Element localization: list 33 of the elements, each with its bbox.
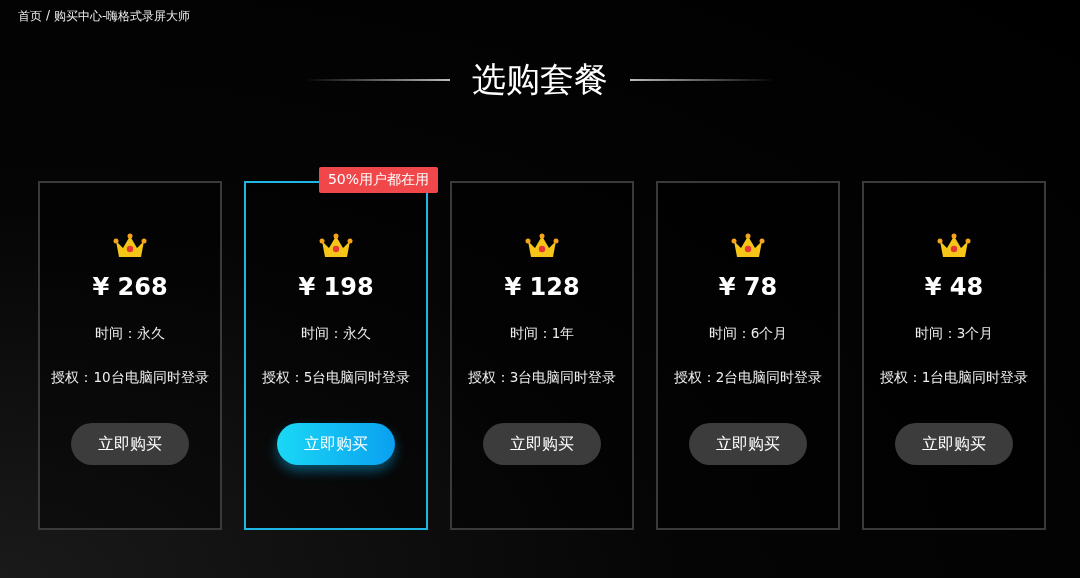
plan-card[interactable]: ¥ 128 时间：1年 授权：3台电脑同时登录 立即购买 bbox=[450, 181, 634, 530]
crown-icon bbox=[937, 233, 971, 259]
plan-card[interactable]: ¥ 268 时间：永久 授权：10台电脑同时登录 立即购买 bbox=[38, 181, 222, 530]
breadcrumb-link[interactable]: 购买中心-嗨格式录屏大师 bbox=[54, 8, 191, 25]
plan-license: 授权：2台电脑同时登录 bbox=[673, 369, 823, 387]
crown-icon bbox=[319, 233, 353, 259]
plan-license: 授权：3台电脑同时登录 bbox=[467, 369, 617, 387]
crown-icon bbox=[731, 233, 765, 259]
breadcrumb-link[interactable]: 首页 bbox=[18, 8, 42, 25]
plan-duration: 时间：3个月 bbox=[914, 325, 994, 343]
plan-duration: 时间：1年 bbox=[509, 325, 575, 343]
crown-icon bbox=[113, 233, 147, 259]
crown-icon bbox=[525, 233, 559, 259]
plan-card[interactable]: ¥ 78 时间：6个月 授权：2台电脑同时登录 立即购买 bbox=[656, 181, 840, 530]
breadcrumb-separator: / bbox=[46, 8, 51, 24]
plan-license: 授权：1台电脑同时登录 bbox=[879, 369, 1029, 387]
plan-license: 授权：10台电脑同时登录 bbox=[51, 369, 209, 387]
plan-duration: 时间：6个月 bbox=[708, 325, 788, 343]
plan-duration: 时间：永久 bbox=[301, 325, 371, 343]
buy-button[interactable]: 立即购买 bbox=[895, 423, 1013, 465]
plan-price: ¥ 198 bbox=[298, 273, 374, 301]
plan-price: ¥ 268 bbox=[92, 273, 168, 301]
plan-duration: 时间：永久 bbox=[95, 325, 165, 343]
plan-price: ¥ 48 bbox=[924, 273, 984, 301]
buy-button[interactable]: 立即购买 bbox=[71, 423, 189, 465]
buy-button[interactable]: 立即购买 bbox=[689, 423, 807, 465]
plan-license: 授权：5台电脑同时登录 bbox=[261, 369, 411, 387]
plan-price: ¥ 128 bbox=[504, 273, 580, 301]
plan-card[interactable]: ¥ 48 时间：3个月 授权：1台电脑同时登录 立即购买 bbox=[862, 181, 1046, 530]
plan-price: ¥ 78 bbox=[718, 273, 778, 301]
section-title: 选购套餐 bbox=[472, 58, 608, 101]
buy-button[interactable]: 立即购买 bbox=[483, 423, 601, 465]
popular-badge: 50%用户都在用 bbox=[318, 167, 438, 193]
